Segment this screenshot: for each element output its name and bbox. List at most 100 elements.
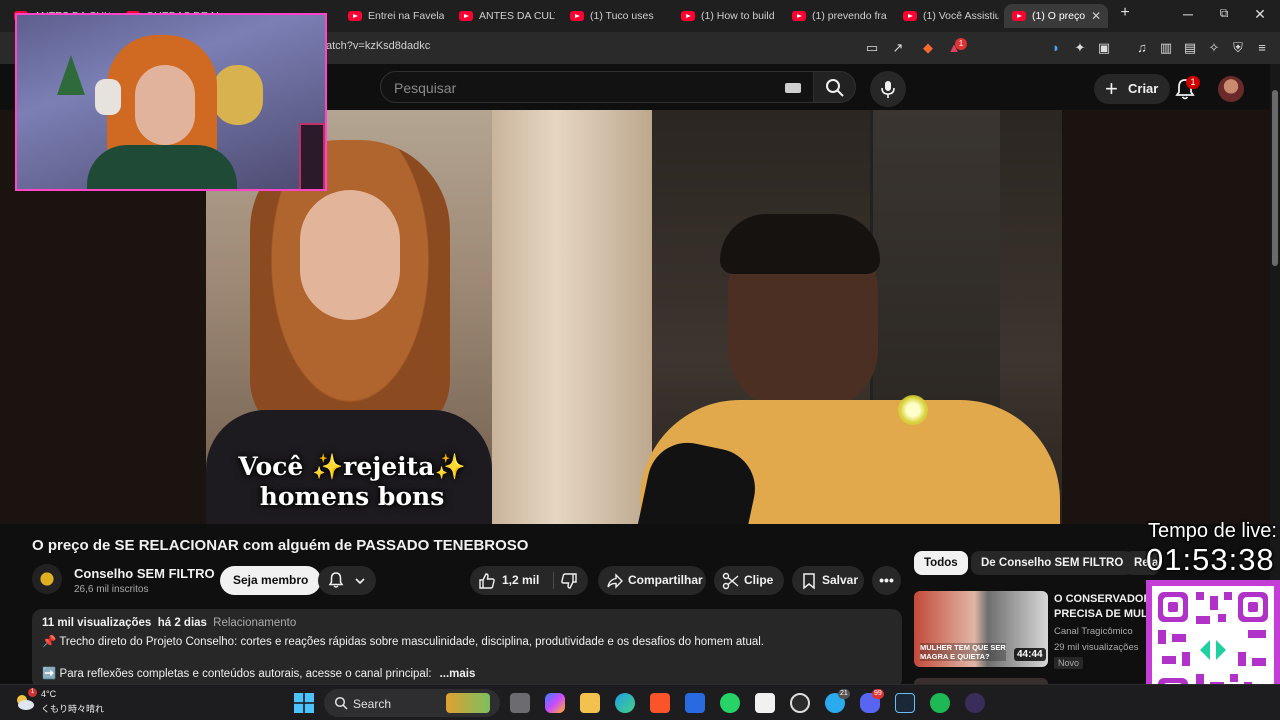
menu-icon[interactable]: ≡ xyxy=(1254,40,1270,56)
like-divider xyxy=(553,572,554,589)
tab-label: Entrei na Favela xyxy=(368,10,444,22)
maximize-button[interactable]: ⧉ xyxy=(1214,6,1234,21)
description-line: ➡️ Para reflexões completas e conteúdos … xyxy=(42,666,475,680)
share-label: Compartilhar xyxy=(628,573,703,587)
tab-label: (1) prevendo fra xyxy=(812,10,887,22)
bell-icon xyxy=(328,572,344,588)
channel-name[interactable]: Conselho SEM FILTRO xyxy=(74,566,215,581)
avatar[interactable] xyxy=(1218,76,1244,102)
more-actions-button[interactable]: ••• xyxy=(872,566,901,595)
streamer-webcam xyxy=(15,13,327,191)
video-lamp xyxy=(898,395,928,425)
filter-chip-all[interactable]: Todos xyxy=(914,551,968,575)
video-shelf xyxy=(870,110,1000,410)
task-view-icon[interactable] xyxy=(510,693,530,713)
minimize-button[interactable]: ─ xyxy=(1178,6,1198,22)
sparkle-icon: ✨ xyxy=(434,452,466,481)
voice-search-button[interactable] xyxy=(870,71,906,107)
brave-shield-icon[interactable]: ◆ xyxy=(920,40,936,56)
new-badge: Novo xyxy=(1054,657,1084,669)
spotify-icon[interactable] xyxy=(930,693,950,713)
edge-icon[interactable] xyxy=(615,693,635,713)
search-input[interactable]: Pesquisar xyxy=(380,71,814,103)
webcam-streamer-face xyxy=(135,65,195,145)
youtube-icon xyxy=(1012,11,1026,21)
arrow-right-icon: ➡️ xyxy=(42,668,57,680)
thumbs-up-icon[interactable] xyxy=(478,572,496,590)
microsoft-store-icon[interactable] xyxy=(685,693,705,713)
recommended-view-count: 29 mil visualizações xyxy=(1054,642,1139,653)
keyboard-icon[interactable] xyxy=(785,83,801,93)
filter-chip-channel[interactable]: De Conselho SEM FILTRO xyxy=(971,551,1134,575)
wallet-icon[interactable]: ▤ xyxy=(1182,40,1198,56)
youtube-icon xyxy=(792,11,806,21)
sidebar-icon[interactable]: ▥ xyxy=(1158,40,1174,56)
leo-ai-icon[interactable]: ✧ xyxy=(1206,40,1222,56)
extensions-icon[interactable]: ✦ xyxy=(1072,40,1088,56)
description-box[interactable]: 11 mil visualizações há 2 dias Relaciona… xyxy=(32,609,902,689)
browser-tab[interactable]: (1) Você Assistiu xyxy=(895,4,999,28)
browser-tab[interactable]: Entrei na Favela xyxy=(340,4,444,28)
steam-icon[interactable] xyxy=(895,693,915,713)
share-icon[interactable]: ↗ xyxy=(890,40,906,56)
save-button[interactable]: Salvar xyxy=(792,566,864,595)
capcut-icon[interactable] xyxy=(755,693,775,713)
microphone-icon xyxy=(881,81,895,98)
copilot-icon[interactable] xyxy=(545,693,565,713)
search-button[interactable] xyxy=(814,71,856,103)
view-count: 11 mil visualizações xyxy=(42,617,152,629)
youtube-icon xyxy=(459,11,473,21)
vpn-icon[interactable]: ⛨ xyxy=(1230,40,1246,56)
brave-browser-icon[interactable] xyxy=(650,693,670,713)
music-icon[interactable]: ♫ xyxy=(1134,40,1150,56)
channel-avatar[interactable] xyxy=(32,564,62,594)
file-explorer-icon[interactable] xyxy=(580,693,600,713)
browser-tab[interactable]: ANTES DA CULT xyxy=(451,4,555,28)
obs-icon[interactable] xyxy=(790,693,810,713)
recommended-channel-name[interactable]: Canal Tragicômico xyxy=(1054,626,1133,637)
windows-start-icon[interactable] xyxy=(294,693,314,713)
like-count[interactable]: 1,2 mil xyxy=(502,566,539,595)
recommended-video-title[interactable]: O CONSERVADOR PRECISA DE MULH xyxy=(1054,592,1146,622)
share-arrow-icon xyxy=(607,573,623,589)
webcam-plush-toy xyxy=(213,65,263,125)
tab-label: (1) Você Assistiu xyxy=(923,10,999,22)
caption-word: rejeita xyxy=(343,452,435,481)
taskbar-search-box[interactable]: Search xyxy=(324,689,500,717)
rewards-badge: 1 xyxy=(955,38,967,50)
search-placeholder: Pesquisar xyxy=(394,80,457,96)
browser-tab[interactable]: (1) How to build xyxy=(673,4,777,28)
thumbnail-text: MULHER TEM QUE SER MAGRA E QUIETA? xyxy=(920,643,1006,661)
clip-button[interactable]: Clipe xyxy=(714,566,784,595)
join-button[interactable]: Seja membro xyxy=(220,566,322,595)
taskbar-search-label: Search xyxy=(353,697,392,711)
description-text: Trecho direto do Projeto Conselho: corte… xyxy=(59,636,764,648)
create-button[interactable]: + Criar xyxy=(1094,74,1171,104)
browser-tab[interactable]: (1) Tuco uses xyxy=(562,4,666,28)
subscription-bell-button[interactable] xyxy=(318,566,376,595)
search-highlight-icon xyxy=(446,693,490,713)
whatsapp-icon[interactable] xyxy=(720,693,740,713)
browser-tab-active[interactable]: (1) O preço ✕ xyxy=(1004,4,1108,28)
category-tag[interactable]: Relacionamento xyxy=(213,617,296,629)
show-more-link[interactable]: ...mais xyxy=(440,668,476,680)
url-field[interactable]: atch?v=kzKsd8dadkc xyxy=(326,40,430,52)
app-icon[interactable] xyxy=(965,693,985,713)
new-tab-button[interactable]: + xyxy=(1115,4,1135,22)
channel-subscriber-count: 26,6 mil inscritos xyxy=(74,584,149,595)
audio-icon[interactable]: ◗ xyxy=(1048,40,1064,56)
cast-icon[interactable]: ▭ xyxy=(864,40,880,56)
webcam-christmas-tree xyxy=(57,55,85,95)
thumbs-down-icon[interactable] xyxy=(560,572,578,590)
clip-label: Clipe xyxy=(744,573,774,587)
scrollbar-thumb[interactable] xyxy=(1272,90,1278,266)
thumbnail-text-line: MULHER TEM QUE SER xyxy=(920,643,1006,652)
tab-label: ANTES DA CULT xyxy=(479,10,555,22)
screenshot-icon[interactable]: ▣ xyxy=(1096,40,1112,56)
video-woman-face xyxy=(300,190,400,320)
close-window-button[interactable]: ✕ xyxy=(1250,6,1270,23)
close-tab-icon[interactable]: ✕ xyxy=(1091,9,1101,23)
share-button[interactable]: Compartilhar xyxy=(598,566,706,595)
browser-tab[interactable]: (1) prevendo fra xyxy=(784,4,888,28)
youtube-icon xyxy=(681,11,695,21)
